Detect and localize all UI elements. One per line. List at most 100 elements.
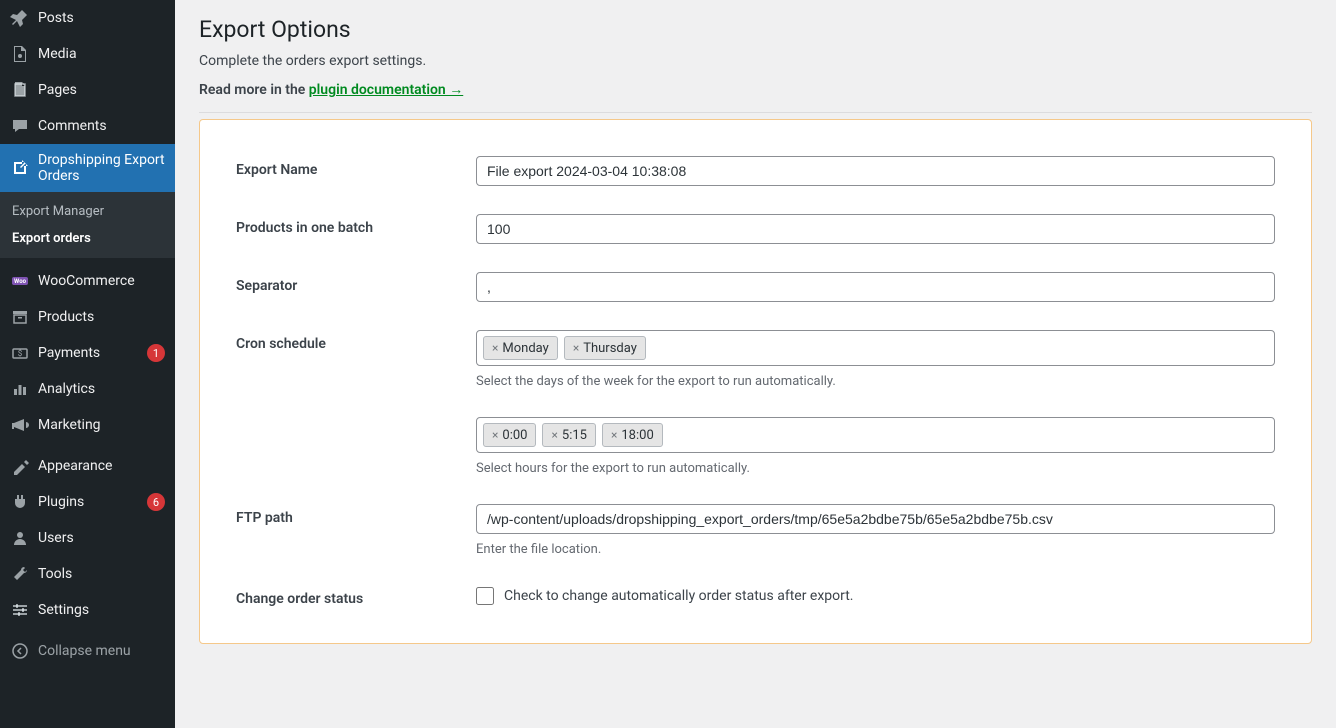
label-ftp: FTP path [236,504,476,526]
tag-remove-icon[interactable]: × [492,341,498,355]
svg-text:Woo: Woo [14,278,27,285]
sidebar-item-media[interactable]: Media [0,36,175,72]
sidebar-item-comments[interactable]: Comments [0,108,175,144]
input-export-name[interactable] [476,156,1275,186]
payments-icon: $ [10,343,30,363]
sidebar-item-products[interactable]: Products [0,299,175,335]
tag-cron-day: × Monday [483,336,558,360]
sidebar-label: Plugins [38,494,141,510]
tag-label: 5:15 [562,428,587,443]
plugins-icon [10,492,30,512]
helper-ftp: Enter the file location. [476,542,1275,557]
tag-label: 18:00 [621,428,653,443]
row-batch: Products in one batch [236,214,1275,244]
label-cron-hours [236,417,476,423]
multiselect-cron-days[interactable]: × Monday × Thursday [476,330,1275,366]
archive-icon [10,307,30,327]
sidebar-item-analytics[interactable]: Analytics [0,371,175,407]
sidebar-label: Settings [38,602,165,618]
input-ftp-path[interactable] [476,504,1275,534]
sidebar-item-pages[interactable]: Pages [0,72,175,108]
comments-icon [10,116,30,136]
row-ftp: FTP path Enter the file location. [236,504,1275,557]
input-batch[interactable] [476,214,1275,244]
tools-icon [10,564,30,584]
sidebar-label: Appearance [38,458,165,474]
export-icon [10,158,30,178]
sidebar-item-plugins[interactable]: Plugins 6 [0,484,175,520]
settings-panel: Export Name Products in one batch Separa… [199,119,1312,644]
sidebar-item-users[interactable]: Users [0,520,175,556]
row-cron-hours: × 0:00 × 5:15 × 18:00 Select hours for the … [236,417,1275,476]
row-cron-days: Cron schedule ×Monday ×Thursday Select t… [236,330,1275,389]
divider [199,112,1312,113]
tag-cron-hour: × 0:00 [483,423,536,447]
analytics-icon [10,379,30,399]
appearance-icon [10,456,30,476]
collapse-menu[interactable]: Collapse menu [0,633,175,669]
plugins-badge: 6 [147,493,165,511]
collapse-label: Collapse menu [38,643,165,659]
tag-label: Thursday [583,341,637,356]
tag-cron-hour: × 18:00 [602,423,663,447]
marketing-icon [10,415,30,435]
sidebar-label: Pages [38,82,165,98]
row-change-status: Change order status Check to change auto… [236,585,1275,607]
sidebar-item-settings[interactable]: Settings [0,592,175,628]
sidebar-label: Dropshipping Export Orders [38,152,165,184]
label-change-status: Change order status [236,585,476,607]
sidebar-label: Analytics [38,381,165,397]
input-separator[interactable] [476,272,1275,302]
sidebar-label: Users [38,530,165,546]
sidebar-item-marketing[interactable]: Marketing [0,407,175,443]
sidebar-label: Products [38,309,165,325]
tag-remove-icon[interactable]: × [551,428,557,442]
media-icon [10,44,30,64]
row-export-name: Export Name [236,156,1275,186]
multiselect-cron-hours[interactable]: × 0:00 × 5:15 × 18:00 [476,417,1275,453]
label-export-name: Export Name [236,156,476,178]
tag-remove-icon[interactable]: × [573,341,579,355]
helper-cron-hours: Select hours for the export to run autom… [476,461,1275,476]
submenu-export-orders[interactable]: Export orders [0,225,175,252]
label-cron-schedule: Cron schedule [236,330,476,352]
page-subtitle: Complete the orders export settings. [199,53,1312,81]
pushpin-icon [10,8,30,28]
checkbox-label-change-status: Check to change automatically order stat… [504,588,854,604]
doc-prefix: Read more in the [199,82,309,98]
collapse-icon [10,641,30,661]
settings-icon [10,600,30,620]
sidebar-item-appearance[interactable]: Appearance [0,448,175,484]
sidebar-label: Comments [38,118,165,134]
sidebar-item-payments[interactable]: $ Payments 1 [0,335,175,371]
sidebar-label: Payments [38,345,141,361]
doc-link[interactable]: plugin documentation → [309,82,463,98]
pages-icon [10,80,30,100]
tag-remove-icon[interactable]: × [492,428,498,442]
tag-label: 0:00 [502,428,527,443]
main-content: Export Options Complete the orders expor… [175,0,1336,668]
sidebar-label: WooCommerce [38,273,165,289]
users-icon [10,528,30,548]
tag-remove-icon[interactable]: × [611,428,617,442]
tag-label: Monday [502,341,548,356]
submenu-export-manager[interactable]: Export Manager [0,198,175,225]
admin-sidebar: Posts Media Pages Comments Dropshipping … [0,0,175,728]
page-title: Export Options [199,0,1312,53]
sidebar-item-posts[interactable]: Posts [0,0,175,36]
checkbox-change-status[interactable] [476,587,494,605]
sidebar-item-woocommerce[interactable]: Woo WooCommerce [0,263,175,299]
sidebar-label: Marketing [38,417,165,433]
sidebar-label: Posts [38,10,165,26]
woo-icon: Woo [10,271,30,291]
sidebar-label: Media [38,46,165,62]
tag-cron-hour: × 5:15 [542,423,595,447]
sidebar-item-tools[interactable]: Tools [0,556,175,592]
tag-cron-day: × Thursday [564,336,646,360]
sidebar-item-dropshipping-export[interactable]: Dropshipping Export Orders [0,144,175,192]
label-batch: Products in one batch [236,214,476,236]
svg-text:$: $ [18,349,23,358]
sidebar-label: Tools [38,566,165,582]
row-separator: Separator [236,272,1275,302]
payments-badge: 1 [147,344,165,362]
